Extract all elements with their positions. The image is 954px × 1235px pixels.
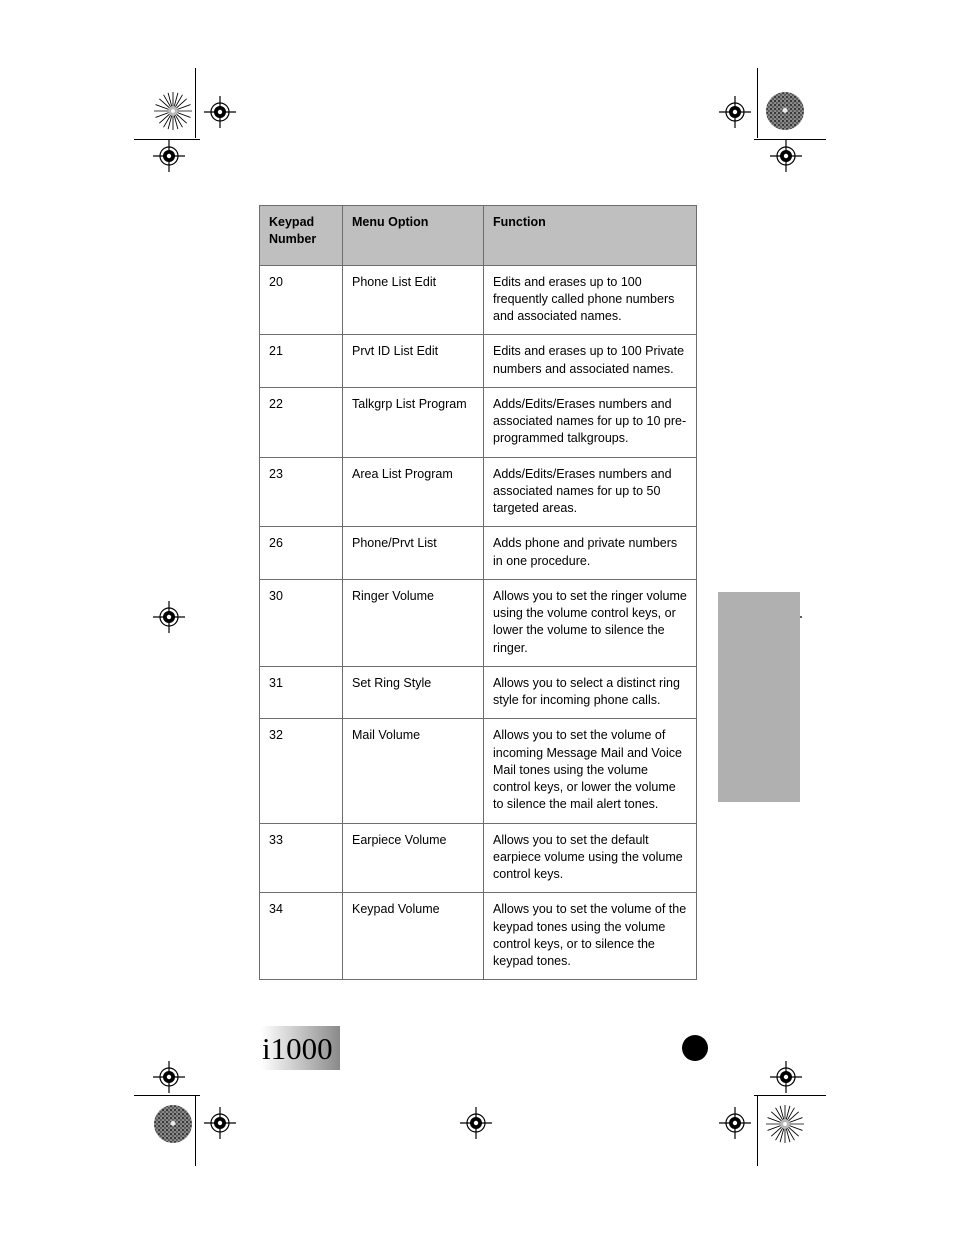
starburst-target-bottom-right — [766, 1105, 804, 1143]
footer-bullet-dot — [682, 1035, 708, 1061]
cell-keypad-number: 30 — [259, 578, 343, 667]
table-row: 20 Phone List Edit Edits and erases up t… — [259, 264, 697, 336]
cell-menu-option: Area List Program — [342, 456, 484, 528]
cell-keypad-number: 21 — [259, 334, 343, 388]
cell-function: Allows you to select a distinct ring sty… — [483, 665, 697, 720]
crop-mark-bottom-right-horizontal — [754, 1095, 826, 1096]
page-thumb-tab — [718, 592, 800, 802]
cell-menu-option: Prvt ID List Edit — [342, 334, 484, 388]
footer-model-badge: i1000 — [254, 1026, 340, 1070]
cell-keypad-number: 23 — [259, 456, 343, 528]
table-row: 23 Area List Program Adds/Edits/Erases n… — [259, 456, 697, 528]
cell-keypad-number: 32 — [259, 718, 343, 824]
halftone-target-top-right — [766, 92, 804, 130]
column-header-keypad-number-line1: Keypad — [269, 215, 315, 229]
column-header-function: Function — [483, 205, 697, 266]
table-row: 33 Earpiece Volume Allows you to set the… — [259, 822, 697, 894]
halftone-target-bottom-left — [154, 1105, 192, 1143]
registration-mark-top-right — [718, 95, 752, 129]
cell-function: Adds/Edits/Erases numbers and associated… — [483, 386, 697, 458]
cell-function: Allows you to set the volume of the keyp… — [483, 892, 697, 981]
cell-keypad-number: 33 — [259, 822, 343, 894]
column-header-keypad-number: Keypad Number — [259, 205, 343, 266]
cell-keypad-number: 22 — [259, 386, 343, 458]
crop-mark-bottom-left-horizontal — [134, 1095, 200, 1096]
cell-menu-option: Talkgrp List Program — [342, 386, 484, 458]
table-row: 31 Set Ring Style Allows you to select a… — [259, 665, 697, 720]
registration-mark-top-right-lower — [769, 139, 803, 173]
table-row: 21 Prvt ID List Edit Edits and erases up… — [259, 334, 697, 388]
cell-function: Allows you to set the volume of incoming… — [483, 718, 697, 824]
table-row: 30 Ringer Volume Allows you to set the r… — [259, 578, 697, 667]
crop-mark-bottom-left-vertical — [195, 1096, 196, 1166]
table-row: 32 Mail Volume Allows you to set the vol… — [259, 718, 697, 824]
cell-menu-option: Mail Volume — [342, 718, 484, 824]
crop-mark-bottom-right-vertical — [757, 1096, 758, 1166]
column-header-menu-option: Menu Option — [342, 205, 484, 266]
cell-menu-option: Keypad Volume — [342, 892, 484, 981]
registration-mark-top-left — [203, 95, 237, 129]
cell-menu-option: Phone List Edit — [342, 264, 484, 336]
cell-menu-option: Earpiece Volume — [342, 822, 484, 894]
table-row: 22 Talkgrp List Program Adds/Edits/Erase… — [259, 386, 697, 458]
menu-options-table: Keypad Number Menu Option Function 20 Ph… — [259, 205, 697, 981]
column-header-keypad-number-line2: Number — [269, 232, 317, 247]
registration-mark-bottom-center — [459, 1106, 493, 1140]
registration-mark-bottom-left-upper — [152, 1060, 186, 1094]
cell-function: Allows you to set the ringer volume usin… — [483, 578, 697, 667]
cell-function: Edits and erases up to 100 Private numbe… — [483, 334, 697, 388]
crop-mark-top-left-vertical — [195, 68, 196, 138]
cell-keypad-number: 34 — [259, 892, 343, 981]
starburst-target-top-left — [154, 92, 192, 130]
cell-keypad-number: 26 — [259, 526, 343, 580]
cell-menu-option: Set Ring Style — [342, 665, 484, 720]
menu-options-table-container: Keypad Number Menu Option Function 20 Ph… — [259, 205, 697, 981]
registration-mark-bottom-right-upper — [769, 1060, 803, 1094]
footer-model-label: i1000 — [262, 1030, 333, 1066]
table-row: 34 Keypad Volume Allows you to set the v… — [259, 892, 697, 981]
cell-keypad-number: 31 — [259, 665, 343, 720]
cell-function: Edits and erases up to 100 frequently ca… — [483, 264, 697, 336]
document-page: Keypad Number Menu Option Function 20 Ph… — [0, 0, 954, 1235]
cell-keypad-number: 20 — [259, 264, 343, 336]
cell-menu-option: Ringer Volume — [342, 578, 484, 667]
cell-function: Adds phone and private numbers in one pr… — [483, 526, 697, 580]
registration-mark-mid-left — [152, 600, 186, 634]
registration-mark-bottom-left — [203, 1106, 237, 1140]
registration-mark-top-left-lower — [152, 139, 186, 173]
crop-mark-top-right-vertical — [757, 68, 758, 138]
cell-function: Allows you to set the default earpiece v… — [483, 822, 697, 894]
cell-menu-option: Phone/Prvt List — [342, 526, 484, 580]
table-row: 26 Phone/Prvt List Adds phone and privat… — [259, 526, 697, 580]
table-header-row: Keypad Number Menu Option Function — [259, 205, 697, 266]
table-body: 20 Phone List Edit Edits and erases up t… — [259, 264, 697, 981]
registration-mark-bottom-right — [718, 1106, 752, 1140]
cell-function: Adds/Edits/Erases numbers and associated… — [483, 456, 697, 528]
